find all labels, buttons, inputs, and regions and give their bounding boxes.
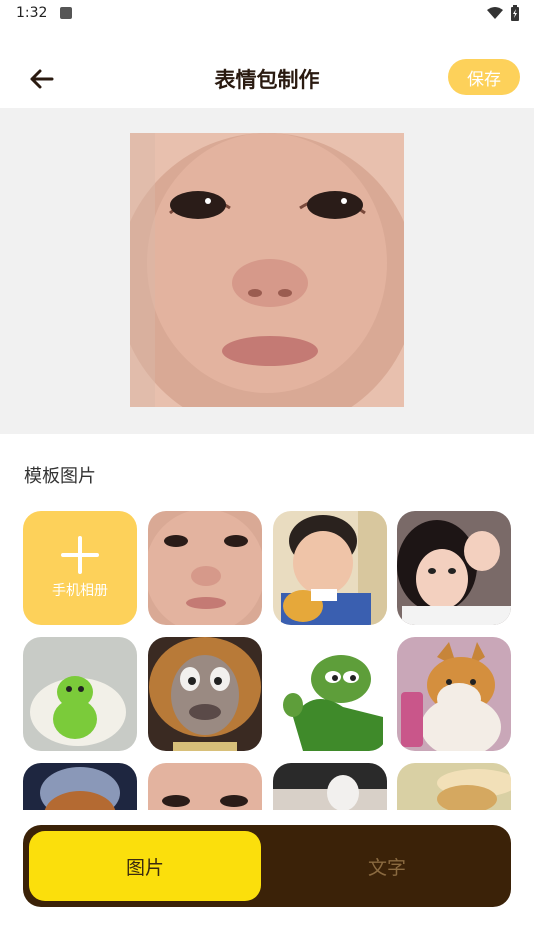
save-button[interactable]: 保存 [448,59,520,95]
template-grid[interactable]: 手机相册 [0,511,534,810]
template-tile-hands-cup[interactable] [273,763,387,810]
battery-icon [510,5,520,21]
template-tile-talking-dog[interactable] [148,637,262,751]
album-label: 手机相册 [52,583,108,599]
plus-icon [61,536,99,574]
template-tile-baby-eyes[interactable] [148,763,262,810]
tab-image[interactable]: 图片 [29,831,261,901]
bottom-tab-bar: 图片 文字 [23,825,511,907]
template-tile-girl-pose[interactable] [397,511,511,625]
template-tile-pepe-frog[interactable] [273,637,387,751]
preview-image[interactable] [130,133,404,407]
phone-album-button[interactable]: 手机相册 [23,511,137,625]
template-tile-shiba-phone[interactable] [397,637,511,751]
template-tile-crying-baby[interactable] [148,511,262,625]
template-tile-shiba-hat[interactable] [23,763,137,810]
status-time: 1:32 [16,5,48,21]
section-title: 模板图片 [24,466,96,487]
wifi-icon [486,6,504,20]
preview-area [0,108,534,434]
template-tile-food-bowl[interactable] [397,763,511,810]
template-tile-green-figure[interactable] [23,637,137,751]
template-tile-baby-eating[interactable] [273,511,387,625]
app-bar: 表情包制作 保存 [0,50,534,108]
tab-text[interactable]: 文字 [271,831,503,901]
notification-icon [60,7,72,19]
status-bar: 1:32 [0,0,534,30]
